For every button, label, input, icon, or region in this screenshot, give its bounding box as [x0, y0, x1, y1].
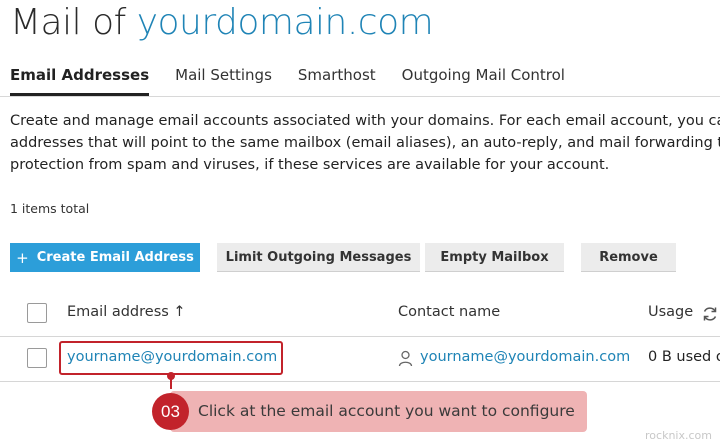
plus-icon: + [16, 248, 29, 267]
callout-text: Click at the email account you want to c… [198, 402, 575, 420]
tab-mail-settings[interactable]: Mail Settings [175, 66, 272, 96]
usage-value: 0 B used o [648, 349, 720, 365]
items-total: 1 items total [10, 201, 90, 216]
remove-button[interactable]: Remove [581, 243, 676, 272]
description-line: Create and manage email accounts associa… [10, 113, 720, 129]
refresh-icon[interactable] [701, 305, 719, 323]
tab-smarthost[interactable]: Smarthost [298, 66, 376, 96]
row-checkbox[interactable] [27, 348, 47, 368]
watermark: rocknix.com [645, 429, 712, 442]
tab-email-addresses[interactable]: Email Addresses [10, 66, 150, 96]
column-email-address[interactable]: Email address ↑ [67, 304, 186, 320]
email-highlight-box [59, 341, 283, 375]
step-number-badge: 03 [152, 393, 189, 430]
user-icon [398, 350, 413, 367]
table-header: Email address ↑ Contact name Usage [0, 294, 720, 337]
contact-name-link[interactable]: yourname@yourdomain.com [420, 349, 630, 365]
description-line: protection from spam and viruses, if the… [10, 157, 610, 173]
empty-mailbox-button[interactable]: Empty Mailbox [425, 243, 564, 272]
column-usage[interactable]: Usage [648, 304, 693, 320]
description-line: addresses that will point to the same ma… [10, 135, 720, 151]
page-title: Mail of yourdomain.com [10, 2, 434, 43]
create-email-address-button[interactable]: + Create Email Address [10, 243, 200, 272]
tabs-divider [0, 96, 720, 97]
page-title-prefix: Mail of [10, 2, 137, 43]
select-all-checkbox[interactable] [27, 303, 47, 323]
callout-anchor-dot [167, 372, 175, 380]
tab-outgoing-mail-control[interactable]: Outgoing Mail Control [402, 66, 565, 96]
instruction-callout: Click at the email account you want to c… [170, 391, 587, 432]
column-contact-name[interactable]: Contact name [398, 304, 500, 320]
page-title-domain: yourdomain.com [136, 2, 434, 43]
tab-bar: Email Addresses Mail Settings Smarthost … [10, 66, 591, 96]
create-email-address-label: Create Email Address [36, 250, 194, 265]
limit-outgoing-messages-button[interactable]: Limit Outgoing Messages [217, 243, 420, 272]
page-description: Create and manage email accounts associa… [10, 110, 720, 176]
